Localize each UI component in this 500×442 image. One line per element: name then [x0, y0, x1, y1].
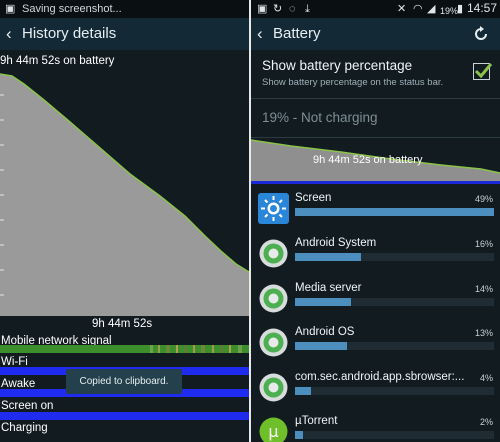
battery-icon: ▮: [457, 3, 464, 15]
app-percent: 4%: [479, 373, 493, 383]
signal-icon: ◢: [427, 3, 436, 15]
usage-fill: [295, 387, 311, 395]
row-label-screen-on: Screen on: [1, 400, 54, 412]
screenshot-icon: ▣: [5, 3, 16, 15]
usage-track: [295, 298, 494, 306]
screen-on-strip: [251, 181, 500, 184]
battery-screen: ▣ ↻ ◌ ⤓ ✕ ◠ ◢ 19% ▮ 14:57 ‹ Battery Show…: [251, 0, 500, 442]
toast-message: Copied to clipboard.: [66, 369, 182, 394]
wifi-icon: ◠: [413, 3, 423, 15]
separator: [251, 98, 500, 99]
utorrent-icon: µ: [259, 417, 288, 442]
mobile-signal-bar: [0, 345, 249, 353]
status-text: Saving screenshot...: [22, 3, 122, 15]
show-battery-percentage-title[interactable]: Show battery percentage: [262, 58, 412, 73]
usage-track: [295, 253, 494, 261]
usage-fill: [295, 298, 351, 306]
usage-fill: [295, 431, 303, 439]
usage-track: [295, 208, 494, 216]
brightness-icon: [258, 193, 289, 224]
screen-on-bar: [0, 412, 249, 420]
app-name: µTorrent: [295, 415, 338, 427]
refresh-icon[interactable]: [473, 26, 489, 42]
app-process-icon: [259, 373, 288, 402]
status-bar: ▣ Saving screenshot...: [0, 0, 249, 18]
app-percent: 14%: [474, 284, 493, 294]
app-name: Android System: [295, 237, 377, 249]
app-name: com.sec.android.app.sbrowser:...: [295, 371, 465, 383]
history-details-screen: ▣ Saving screenshot... ‹ History details…: [0, 0, 249, 442]
usage-row-screen[interactable]: Screen 49%: [251, 188, 500, 233]
media-server-icon: [259, 284, 288, 313]
usage-track: [295, 387, 494, 395]
battery-history-graph: [0, 70, 249, 316]
battery-percent: 19%: [440, 6, 459, 16]
page-title[interactable]: History details: [22, 25, 116, 42]
app-name: Android OS: [295, 326, 355, 338]
app-percent: 16%: [474, 239, 493, 249]
graph-label: 9h 44m 52s on battery: [0, 55, 115, 67]
action-bar: ‹ Battery: [251, 18, 500, 50]
row-label-charging: Charging: [1, 422, 48, 434]
android-system-icon: [259, 239, 288, 268]
app-percent: 2%: [479, 417, 493, 427]
app-percent: 49%: [474, 194, 493, 204]
show-battery-percentage-subtitle: Show battery percentage on the status ba…: [262, 77, 444, 88]
back-icon[interactable]: ‹: [257, 24, 263, 44]
usage-track: [295, 342, 494, 350]
app-name: Screen: [295, 192, 332, 204]
usage-row-utorrent[interactable]: µ µTorrent 2%: [251, 411, 500, 442]
usage-row-android-system[interactable]: Android System 16%: [251, 233, 500, 278]
android-os-icon: [259, 328, 288, 357]
app-percent: 13%: [474, 328, 493, 338]
svg-text:µ: µ: [268, 422, 278, 441]
app-name: Media server: [295, 282, 362, 294]
sync-icon: ↻: [273, 3, 283, 15]
back-icon[interactable]: ‹: [6, 24, 12, 44]
graph-label: 9h 44m 52s on battery: [313, 154, 423, 166]
usage-row-media-server[interactable]: Media server 14%: [251, 278, 500, 323]
usage-fill: [295, 342, 347, 350]
page-title[interactable]: Battery: [273, 25, 321, 42]
usage-track: [295, 431, 494, 439]
usage-row-android-os[interactable]: Android OS 13%: [251, 322, 500, 367]
graph-duration: 9h 44m 52s: [92, 318, 153, 330]
usage-fill: [295, 253, 361, 261]
clock: 14:57: [467, 1, 498, 15]
download-icon: ⤓: [305, 3, 310, 15]
whatsapp-icon: ◌: [289, 3, 296, 15]
checkmark-icon: [474, 63, 493, 79]
status-bar: ▣ ↻ ◌ ⤓ ✕ ◠ ◢ 19% ▮ 14:57: [251, 0, 500, 18]
mute-icon: ✕: [397, 3, 407, 15]
show-battery-percentage-checkbox[interactable]: [473, 63, 493, 80]
gallery-icon: ▣: [257, 3, 268, 15]
action-bar: ‹ History details: [0, 18, 249, 50]
charge-status: 19% - Not charging: [262, 110, 378, 125]
usage-row-sbrowser[interactable]: com.sec.android.app.sbrowser:... 4%: [251, 367, 500, 412]
usage-fill: [295, 208, 494, 216]
